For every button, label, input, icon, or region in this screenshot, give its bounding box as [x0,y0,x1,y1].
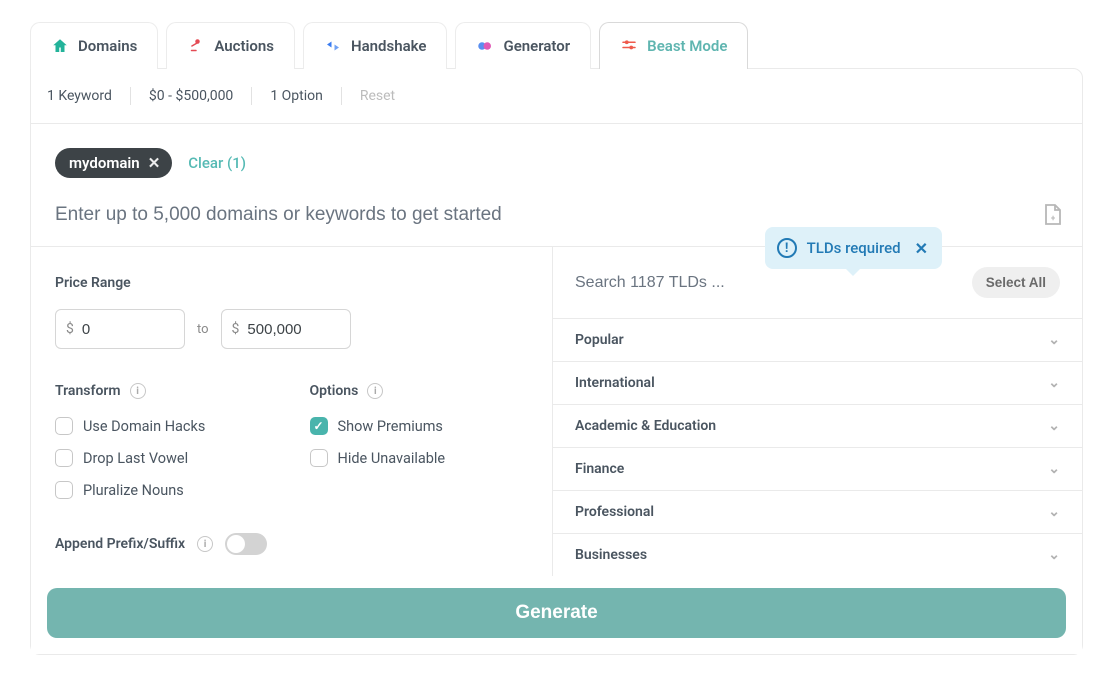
tab-label: Handshake [351,37,426,55]
category-finance[interactable]: Finance ⌄ [553,447,1082,490]
card: 1 Keyword $0 - $500,000 1 Option Reset m… [30,68,1083,655]
cb-label: Show Premiums [338,418,443,435]
generate-wrap: Generate [31,576,1082,654]
generator-icon [476,37,494,55]
handshake-icon [324,37,342,55]
category-academic[interactable]: Academic & Education ⌄ [553,404,1082,447]
to-label: to [197,322,209,337]
svg-text:+: + [1051,214,1056,223]
info-icon[interactable]: i [197,536,213,552]
info-icon[interactable]: i [130,383,146,399]
tab-handshake[interactable]: Handshake [303,22,447,69]
chevron-down-icon: ⌄ [1048,504,1060,520]
tab-beast-mode[interactable]: Beast Mode [599,22,748,69]
chip-text: mydomain [69,154,140,172]
tlds-required-tooltip: ! TLDs required ✕ [765,227,942,269]
price-max-input[interactable]: $ [221,309,351,349]
generate-button[interactable]: Generate [47,588,1066,638]
categories: Popular ⌄ International ⌄ Academic & Edu… [553,318,1082,576]
cb-label: Pluralize Nouns [83,482,184,499]
select-all-button[interactable]: Select All [972,267,1060,298]
summary-bar: 1 Keyword $0 - $500,000 1 Option Reset [31,69,1082,124]
category-label: International [575,375,655,391]
category-label: Businesses [575,547,647,563]
dollar-icon: $ [232,321,240,337]
tab-label: Beast Mode [647,37,727,55]
house-icon [51,37,69,55]
cb-pluralize-nouns[interactable]: Pluralize Nouns [55,481,270,499]
sliders-icon [620,37,638,55]
cb-use-domain-hacks[interactable]: Use Domain Hacks [55,417,270,435]
close-icon[interactable]: ✕ [915,239,928,258]
category-label: Popular [575,332,624,348]
app-root: Domains Auctions Handshake Generator Bea… [0,0,1113,700]
keyword-input[interactable] [55,204,1058,226]
right-panel: ! TLDs required ✕ Select All Popular ⌄ I… [553,247,1082,576]
paste-file-icon[interactable]: + [1044,204,1062,226]
dollar-icon: $ [66,321,74,337]
chevron-down-icon: ⌄ [1048,332,1060,348]
price-min-field[interactable] [82,321,174,338]
cb-drop-last-vowel[interactable]: Drop Last Vowel [55,449,270,467]
chevron-down-icon: ⌄ [1048,375,1060,391]
tab-label: Generator [503,37,570,55]
category-label: Finance [575,461,624,477]
cb-label: Drop Last Vowel [83,450,188,467]
transform-column: Transform i Use Domain Hacks Drop Last V… [55,383,270,499]
transform-label: Transform i [55,383,270,399]
checkbox-icon [55,449,73,467]
cb-label: Hide Unavailable [338,450,446,467]
options-label: Options i [310,383,525,399]
info-icon[interactable]: i [367,383,383,399]
separator [251,87,252,105]
category-international[interactable]: International ⌄ [553,361,1082,404]
cb-show-premiums[interactable]: Show Premiums [310,417,525,435]
chevron-down-icon: ⌄ [1048,461,1060,477]
columns: Price Range $ to $ Transform [31,247,1082,576]
price-range-summary: $0 - $500,000 [149,88,233,104]
separator [341,87,342,105]
category-popular[interactable]: Popular ⌄ [553,318,1082,361]
left-panel: Price Range $ to $ Transform [31,247,553,576]
append-label: Append Prefix/Suffix [55,536,185,552]
checkbox-grid: Transform i Use Domain Hacks Drop Last V… [55,383,524,499]
separator [130,87,131,105]
chevron-down-icon: ⌄ [1048,418,1060,434]
keyword-count: 1 Keyword [47,88,112,104]
reset-link[interactable]: Reset [360,88,395,104]
alert-icon: ! [777,238,797,258]
tab-generator[interactable]: Generator [455,22,591,69]
price-min-input[interactable]: $ [55,309,185,349]
tab-label: Domains [78,37,137,55]
option-count: 1 Option [270,88,323,104]
category-label: Professional [575,504,654,520]
append-toggle[interactable] [225,533,267,555]
tab-label: Auctions [214,37,274,55]
checkbox-icon [55,417,73,435]
close-icon[interactable]: ✕ [148,154,161,172]
tld-search-input[interactable] [575,274,958,292]
options-column: Options i Show Premiums Hide Unavailable [310,383,525,499]
price-range-label: Price Range [55,275,524,291]
category-label: Academic & Education [575,418,716,434]
cb-label: Use Domain Hacks [83,418,205,435]
tab-domains[interactable]: Domains [30,22,158,69]
category-businesses[interactable]: Businesses ⌄ [553,533,1082,576]
price-row: $ to $ [55,309,524,349]
tooltip-text: TLDs required [807,239,901,257]
checkbox-icon [55,481,73,499]
tabs-container: Domains Auctions Handshake Generator Bea… [30,22,1083,69]
chips-row: mydomain ✕ Clear (1) [55,148,1058,178]
keyword-chip[interactable]: mydomain ✕ [55,148,172,178]
checkbox-icon [310,417,328,435]
clear-all-link[interactable]: Clear (1) [188,154,246,172]
cb-hide-unavailable[interactable]: Hide Unavailable [310,449,525,467]
gavel-icon [187,37,205,55]
category-professional[interactable]: Professional ⌄ [553,490,1082,533]
checkbox-icon [310,449,328,467]
price-max-field[interactable] [247,321,339,338]
append-row: Append Prefix/Suffix i [55,533,524,555]
chevron-down-icon: ⌄ [1048,547,1060,563]
tab-auctions[interactable]: Auctions [166,22,295,69]
